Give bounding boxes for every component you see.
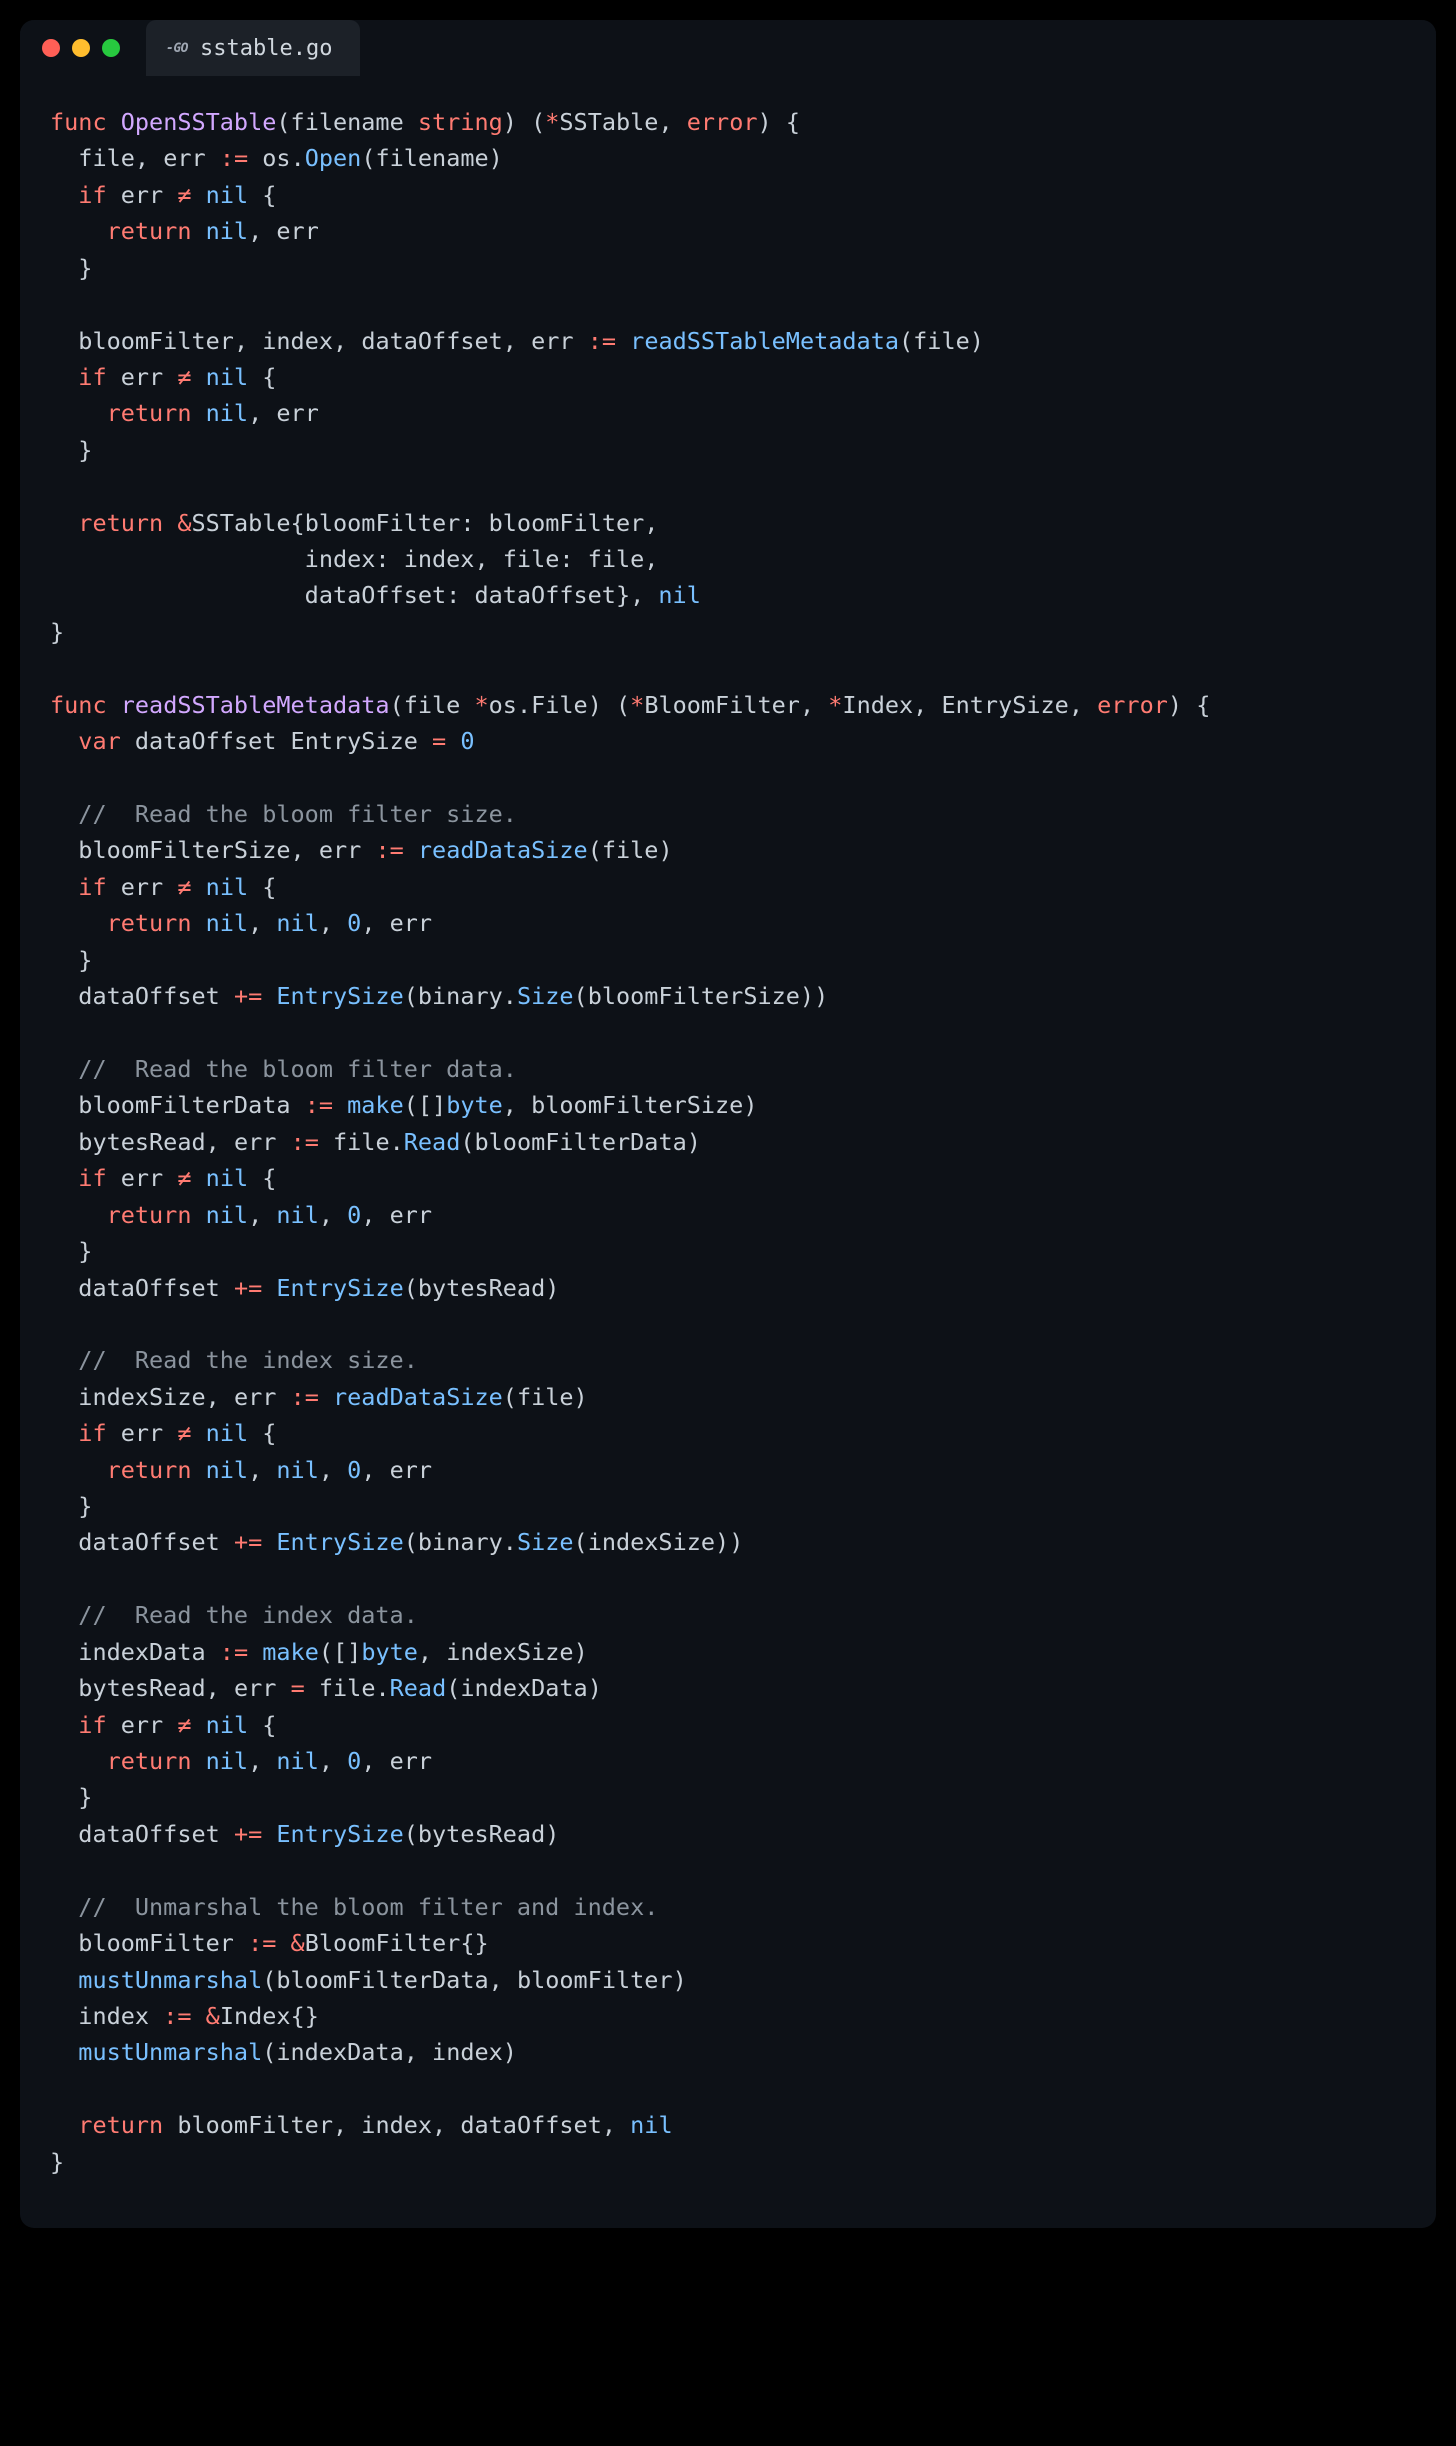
minimize-icon[interactable]	[72, 39, 90, 57]
titlebar: -GO sstable.go	[20, 20, 1436, 76]
editor-window: -GO sstable.go func OpenSSTable(filename…	[20, 20, 1436, 2228]
file-tab[interactable]: -GO sstable.go	[146, 20, 360, 76]
go-file-icon: -GO	[166, 41, 188, 56]
window-controls	[42, 39, 120, 57]
close-icon[interactable]	[42, 39, 60, 57]
tab-filename: sstable.go	[200, 36, 332, 61]
zoom-icon[interactable]	[102, 39, 120, 57]
code-editor[interactable]: func OpenSSTable(filename string) (*SSTa…	[20, 76, 1436, 2228]
